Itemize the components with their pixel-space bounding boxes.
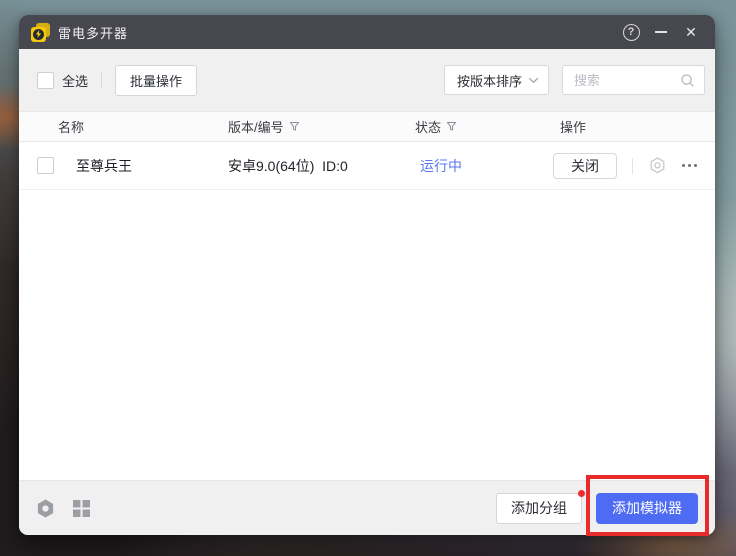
titlebar-controls: ? ✕ — [616, 18, 706, 46]
header-name: 名称 — [58, 117, 228, 136]
search-icon — [680, 73, 695, 88]
app-logo-icon — [31, 23, 50, 42]
header-status[interactable]: 状态 — [415, 117, 553, 136]
app-window: 雷电多开器 ? ✕ 全选 批量操作 按版本排序 — [19, 15, 715, 535]
actions-divider — [632, 158, 633, 174]
settings-nut-icon[interactable] — [648, 156, 667, 175]
toolbar-divider — [101, 72, 102, 88]
table-row: 至尊兵王 安卓9.0(64位) ID:0 运行中 关闭 — [19, 142, 715, 190]
minimize-icon — [655, 31, 667, 33]
lightning-bolt-icon — [33, 29, 44, 40]
header-actions: 操作 — [553, 117, 715, 136]
batch-operations-button[interactable]: 批量操作 — [115, 65, 197, 96]
minimize-button[interactable] — [646, 18, 676, 46]
window-title: 雷电多开器 — [58, 23, 128, 42]
row-actions: 关闭 — [553, 153, 715, 179]
notification-dot — [578, 490, 585, 497]
titlebar: 雷电多开器 ? ✕ — [19, 15, 715, 49]
footer-bar: 添加分组 添加模拟器 — [19, 480, 715, 535]
stop-instance-button[interactable]: 关闭 — [553, 153, 617, 179]
search-box — [562, 65, 705, 95]
sort-dropdown-value: 按版本排序 — [457, 71, 522, 90]
instance-version: 安卓9.0(64位) ID:0 — [228, 156, 415, 176]
more-options-icon[interactable] — [682, 164, 697, 167]
help-icon: ? — [623, 24, 640, 41]
close-icon: ✕ — [685, 25, 697, 39]
select-all-checkbox[interactable] — [37, 72, 54, 89]
close-button[interactable]: ✕ — [676, 18, 706, 46]
toolbar: 全选 批量操作 按版本排序 — [19, 49, 715, 111]
footer-buttons: 添加分组 添加模拟器 — [496, 493, 698, 524]
toolbar-right: 按版本排序 — [444, 65, 705, 95]
sort-dropdown[interactable]: 按版本排序 — [444, 65, 549, 95]
table-header: 名称 版本/编号 状态 操作 — [19, 111, 715, 142]
footer-icons — [35, 498, 90, 519]
global-settings-nut-icon[interactable] — [35, 498, 56, 519]
chevron-down-icon — [528, 77, 539, 84]
grid-view-icon[interactable] — [73, 500, 90, 517]
row-checkbox[interactable] — [37, 157, 54, 174]
help-button[interactable]: ? — [616, 18, 646, 46]
search-input[interactable] — [574, 73, 680, 88]
instance-list-empty-area — [19, 190, 715, 480]
filter-funnel-icon[interactable] — [446, 121, 457, 132]
add-emulator-button[interactable]: 添加模拟器 — [596, 493, 698, 524]
filter-funnel-icon[interactable] — [289, 121, 300, 132]
status-badge: 运行中 — [415, 156, 553, 176]
header-version[interactable]: 版本/编号 — [228, 117, 415, 136]
add-group-button[interactable]: 添加分组 — [496, 493, 582, 524]
select-all-label: 全选 — [62, 71, 88, 90]
instance-name: 至尊兵王 — [58, 156, 228, 176]
